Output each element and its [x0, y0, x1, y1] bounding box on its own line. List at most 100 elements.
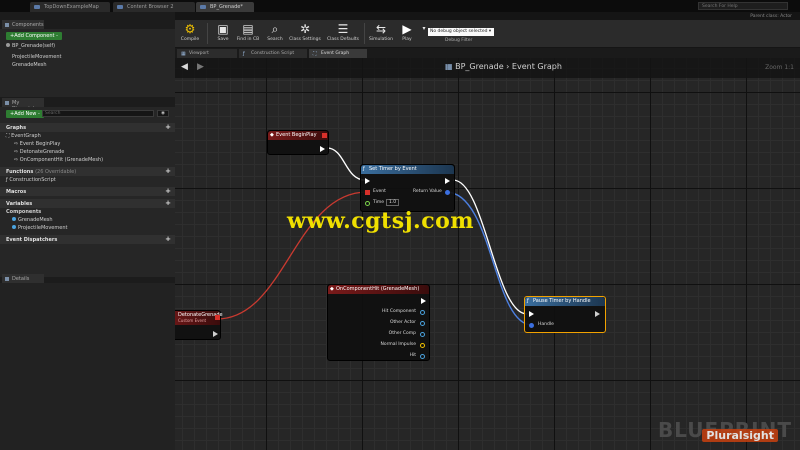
node-pause-timer-by-handle[interactable]: ƒ Pause Timer by Handle Handle: [524, 296, 606, 333]
folder-icon: [117, 5, 123, 9]
add-new-button[interactable]: +Add New -: [6, 110, 44, 118]
function-icon: ƒ: [527, 298, 529, 304]
handle-pin[interactable]: [529, 323, 534, 328]
left-column: Components +Add Component - BP_Grenade(s…: [0, 12, 175, 450]
return-value-pin[interactable]: [445, 190, 450, 195]
node-header: ƒ Pause Timer by Handle: [525, 297, 605, 306]
time-pin-label: Time: [373, 200, 385, 205]
exec-in-pin[interactable]: [529, 311, 534, 317]
variable-pin-icon: [12, 225, 16, 229]
add-macro-icon[interactable]: +: [165, 187, 171, 195]
pin-label-other-actor: Other Actor: [389, 320, 416, 325]
node-header: DetonateGrenade Custom Event: [175, 311, 223, 325]
time-value-input[interactable]: 1.0: [386, 199, 400, 206]
node-event-beginplay[interactable]: ◆ Event BeginPlay: [267, 130, 329, 155]
compile-button[interactable]: ⚙ Compile: [175, 21, 205, 46]
play-button[interactable]: ▶ Play: [396, 21, 418, 46]
functions-section[interactable]: Functions (26 Overridable) +: [0, 167, 175, 176]
add-graph-icon[interactable]: +: [165, 123, 171, 131]
save-icon: ▣: [217, 22, 229, 36]
tab-viewport[interactable]: ▦ Viewport: [177, 49, 237, 58]
components-tab[interactable]: Components: [2, 20, 44, 29]
graph-tab-strip: ▦ Viewport ƒ Construction Script ⛶ Event Gr…: [175, 48, 800, 58]
wire-layer: [216, 147, 533, 326]
components-icon: [5, 23, 9, 27]
macros-section[interactable]: Macros +: [0, 187, 175, 196]
normal-impulse-pin[interactable]: [420, 343, 425, 348]
add-variable-icon[interactable]: +: [165, 199, 171, 207]
simulation-icon: ⇆: [375, 22, 387, 36]
exec-out-pin[interactable]: [595, 311, 600, 317]
event-diamond-icon: ◆: [330, 286, 334, 292]
tab-event-graph[interactable]: ⛶ Event Graph: [309, 49, 367, 58]
play-icon: ▶: [402, 22, 412, 36]
event-delegate-pin[interactable]: [365, 190, 370, 195]
exec-out-pin[interactable]: [213, 331, 218, 337]
event-diamond-icon: ◆: [270, 132, 274, 138]
return-value-label: Return Value: [413, 189, 442, 194]
variables-section[interactable]: Variables +: [0, 199, 175, 208]
node-detonate-grenade[interactable]: DetonateGrenade Custom Event: [175, 310, 223, 340]
tab-construction-script[interactable]: ƒ Construction Script: [239, 49, 307, 58]
other-comp-pin[interactable]: [420, 332, 425, 337]
debug-object-select[interactable]: No debug object selected ▾: [428, 28, 494, 36]
class-defaults-icon: ☰: [337, 22, 349, 36]
add-dispatcher-icon[interactable]: +: [165, 235, 171, 243]
my-blueprint-panel: +Add New - Search ◉ Graphs + ⛶ EventGraph…: [0, 107, 175, 277]
pin-label-normal-impulse: Normal Impulse: [380, 342, 417, 347]
node-header: ◆ Event BeginPlay: [268, 131, 328, 140]
node-on-component-hit[interactable]: ◆ OnComponentHit (GrenadeMesh) Hit Compon…: [327, 284, 430, 361]
details-tab[interactable]: Details: [2, 274, 44, 283]
exec-out-pin[interactable]: [445, 178, 450, 184]
node-header: ◆ OnComponentHit (GrenadeMesh): [328, 285, 429, 294]
event-graph-canvas[interactable]: ◀ ▶ ▦ BP_Grenade › Event Graph Zoom 1:1 …: [175, 58, 800, 450]
simulation-button[interactable]: ⇆ Simulation: [365, 21, 397, 46]
hit-pin[interactable]: [420, 354, 425, 359]
time-pin[interactable]: [365, 201, 370, 206]
graphs-section[interactable]: Graphs +: [0, 123, 175, 132]
tab-blueprint[interactable]: BP_Grenade*: [196, 2, 254, 12]
search-icon: ⌕: [271, 22, 279, 36]
dispatchers-section[interactable]: Event Dispatchers +: [0, 235, 175, 244]
variable-pin-icon: [12, 217, 16, 221]
component-self[interactable]: BP_Grenade(self): [0, 43, 175, 51]
tab-content-browser[interactable]: Content Browser 2: [113, 2, 195, 12]
class-defaults-button[interactable]: ☰ Class Defaults: [325, 21, 361, 46]
find-in-cb-button[interactable]: ▤ Find in CB: [233, 21, 263, 46]
blueprint-icon: [5, 101, 9, 105]
graph-event-item[interactable]: ⇨ OnComponentHit (GrenadeMesh): [0, 157, 175, 165]
delegate-pin[interactable]: [215, 315, 220, 320]
graph-event-item[interactable]: ⇨ Event BeginPlay: [0, 141, 175, 149]
other-actor-pin[interactable]: [420, 321, 425, 326]
search-button[interactable]: ⌕ Search: [260, 21, 290, 46]
help-search-input[interactable]: Search For Help: [698, 2, 788, 10]
blueprint-search-input[interactable]: Search: [42, 110, 154, 117]
tab-map[interactable]: TopDownExampleMap: [30, 2, 110, 12]
graph-item-eventgraph[interactable]: ⛶ EventGraph: [0, 133, 175, 141]
exec-out-pin[interactable]: [320, 146, 325, 152]
handle-pin-label: Handle: [538, 322, 554, 327]
variable-category[interactable]: Components: [0, 209, 175, 217]
add-component-button[interactable]: +Add Component -: [6, 32, 62, 40]
exec-in-pin[interactable]: [365, 178, 370, 184]
map-icon: [34, 5, 40, 9]
exec-out-pin[interactable]: [421, 298, 426, 304]
event-pin-label: Event: [373, 189, 386, 194]
component-item[interactable]: GrenadeMesh: [0, 62, 175, 70]
my-blueprint-tab[interactable]: My Blueprint: [2, 98, 44, 112]
function-item[interactable]: ƒ ConstructionScript: [0, 177, 175, 185]
pin-label-other-comp: Other Comp: [388, 331, 416, 336]
delegate-pin[interactable]: [322, 133, 327, 138]
variable-item[interactable]: GrenadeMesh: [0, 217, 175, 225]
hit-component-pin[interactable]: [420, 310, 425, 315]
document-tab-strip: TopDownExampleMap Content Browser 2 BP_G…: [0, 0, 800, 12]
add-function-icon[interactable]: +: [165, 167, 171, 175]
component-item[interactable]: ProjectileMovement: [0, 54, 175, 62]
node-set-timer-by-event[interactable]: ƒ Set Timer by Event Event Return Value T…: [360, 164, 455, 212]
variable-item[interactable]: ProjectileMovement: [0, 225, 175, 233]
function-icon: ƒ: [363, 166, 365, 172]
graph-event-item[interactable]: ⇨ DetonateGrenade: [0, 149, 175, 157]
play-options-dropdown[interactable]: ▾: [417, 21, 425, 46]
class-settings-button[interactable]: ✲ Class Settings: [287, 21, 323, 46]
eye-icon[interactable]: ◉: [157, 110, 169, 117]
